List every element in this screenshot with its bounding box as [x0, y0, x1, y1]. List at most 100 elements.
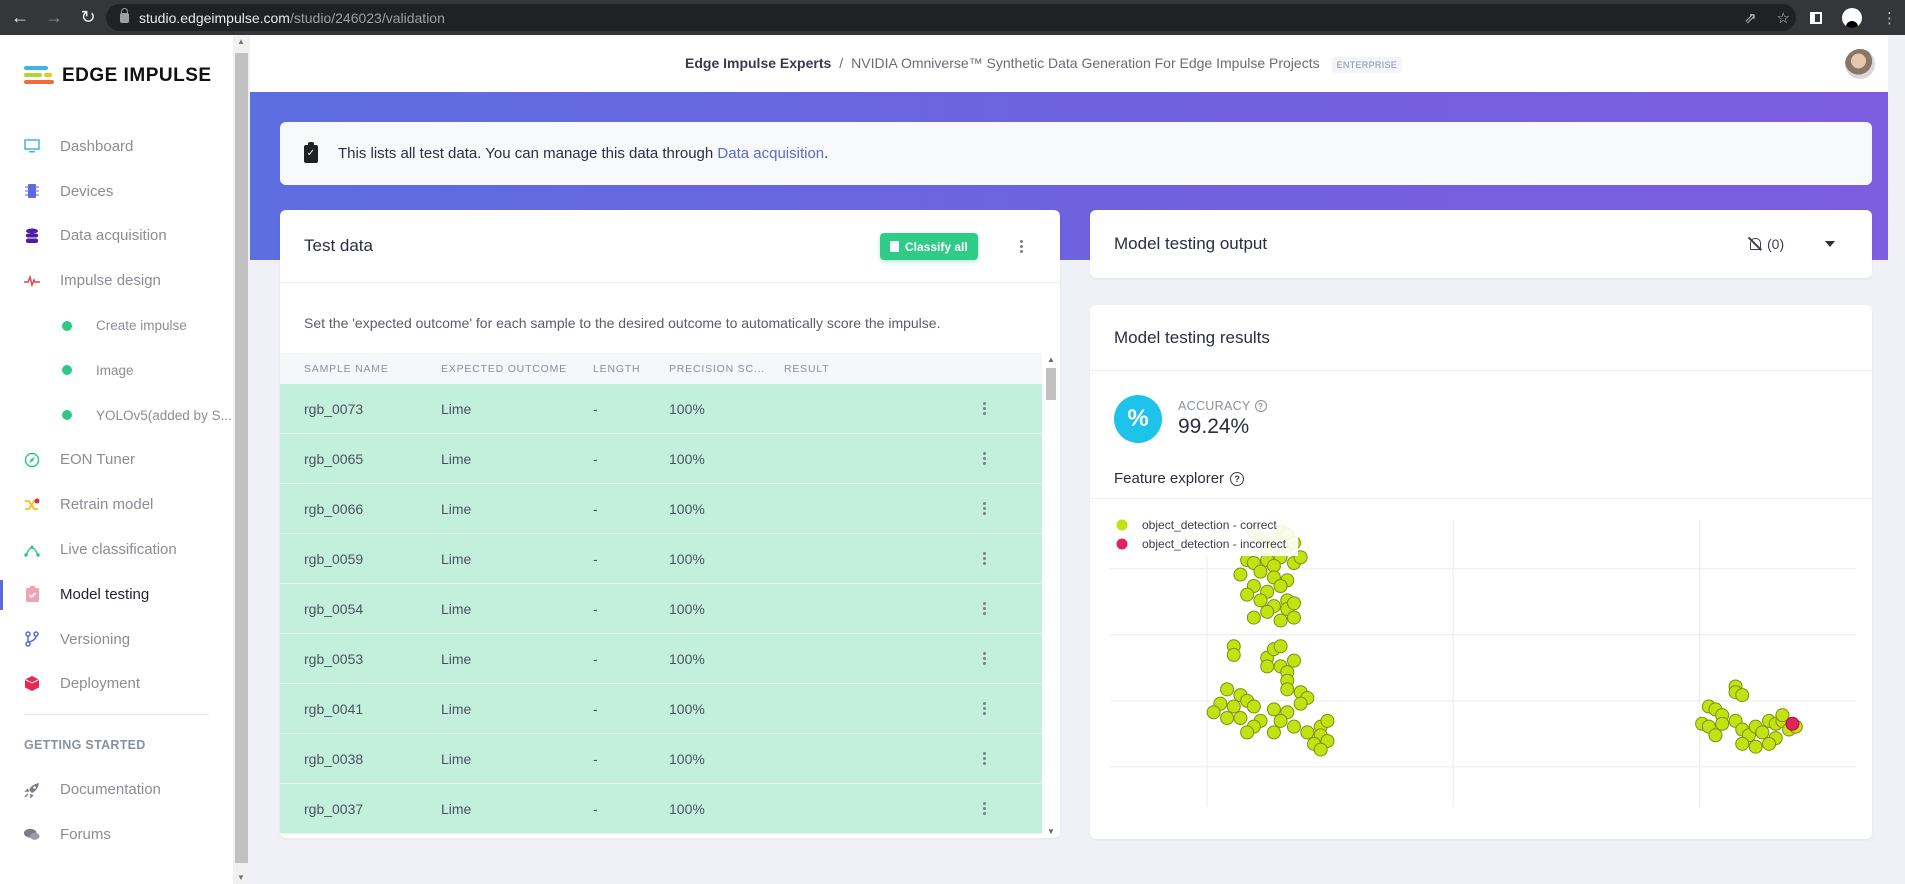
scatter-point-correct[interactable] — [1715, 716, 1730, 731]
sidebar-item-image[interactable]: Image — [0, 348, 233, 393]
column-header-expected-outcome[interactable]: EXPECTED OUTCOME — [441, 363, 593, 375]
scatter-point-correct[interactable] — [1233, 711, 1248, 726]
address-bar[interactable]: studio.edgeimpulse.com /studio/246023/va… — [106, 4, 1796, 31]
legend-marker-incorrect[interactable] — [1116, 538, 1128, 550]
scatter-point-correct[interactable] — [1280, 682, 1295, 697]
scatter-point-correct[interactable] — [1220, 711, 1235, 726]
scatter-point-correct[interactable] — [1253, 593, 1268, 608]
classify-all-button[interactable]: Classify all — [880, 233, 978, 260]
scatter-point-correct[interactable] — [1286, 653, 1301, 668]
notifications-toggle[interactable]: (0) — [1748, 236, 1784, 252]
forward-button[interactable]: → — [40, 4, 68, 32]
table-row[interactable]: rgb_0066 Lime - 100% — [280, 484, 1042, 534]
scatter-point-correct[interactable] — [1286, 719, 1301, 734]
scatter-point-correct[interactable] — [1266, 725, 1281, 740]
help-icon[interactable]: ? — [1254, 400, 1267, 412]
row-menu-icon[interactable] — [979, 652, 989, 665]
sidebar-scrollbar[interactable]: ▲ ▼ — [233, 35, 250, 884]
sidebar-item-dashboard[interactable]: Dashboard — [0, 124, 233, 169]
scatter-point-correct[interactable] — [1260, 604, 1275, 619]
sidebar-item-retrain-model[interactable]: Retrain model — [0, 482, 233, 527]
legend-label-incorrect[interactable]: object_detection - incorrect — [1142, 537, 1287, 551]
scatter-point-incorrect[interactable] — [1785, 716, 1800, 731]
column-header-result[interactable]: RESULT — [784, 363, 954, 375]
user-avatar[interactable] — [1845, 49, 1875, 79]
scatter-point-correct[interactable] — [1755, 725, 1770, 740]
table-row[interactable]: rgb_0073 Lime - 100% — [280, 384, 1042, 434]
scatter-point-correct[interactable] — [1273, 713, 1288, 728]
table-row[interactable]: rgb_0037 Lime - 100% — [280, 784, 1042, 834]
help-icon[interactable]: ? — [1230, 471, 1245, 486]
column-header-length[interactable]: LENGTH — [593, 363, 669, 375]
scatter-point-correct[interactable] — [1320, 713, 1335, 728]
scatter-point-correct[interactable] — [1240, 587, 1255, 602]
scroll-down-arrow-icon[interactable]: ▼ — [237, 873, 245, 882]
sidebar-item-data-acquisition[interactable]: Data acquisition — [0, 214, 233, 259]
scatter-point-correct[interactable] — [1226, 699, 1241, 714]
sidebar-item-devices[interactable]: Devices — [0, 169, 233, 214]
row-menu-icon[interactable] — [979, 802, 989, 815]
scatter-point-correct[interactable] — [1240, 725, 1255, 740]
bookmark-star-icon[interactable]: ☆ — [1777, 9, 1790, 27]
table-row[interactable]: rgb_0053 Lime - 100% — [280, 634, 1042, 684]
sidebar-item-deployment[interactable]: Deployment — [0, 662, 233, 707]
browser-menu-icon[interactable]: ⋮ — [1882, 9, 1897, 27]
back-button[interactable]: ← — [6, 4, 34, 32]
scatter-point-correct[interactable] — [1735, 688, 1750, 703]
legend-marker-correct[interactable] — [1116, 519, 1128, 531]
scatter-point-correct[interactable] — [1286, 596, 1301, 611]
expand-caret-icon[interactable] — [1825, 241, 1835, 247]
sidebar-item-documentation[interactable]: Documentation — [0, 767, 233, 812]
table-row[interactable]: rgb_0038 Lime - 100% — [280, 734, 1042, 784]
sidebar-item-model-testing[interactable]: Model testing — [0, 572, 233, 617]
sidebar-item-versioning[interactable]: Versioning — [0, 617, 233, 662]
row-menu-icon[interactable] — [979, 752, 989, 765]
scroll-up-arrow-icon[interactable]: ▲ — [1047, 355, 1055, 364]
sidebar-item-eon-tuner[interactable]: EON Tuner — [0, 438, 233, 483]
row-menu-icon[interactable] — [979, 502, 989, 515]
breadcrumb-project[interactable]: NVIDIA Omniverse™ Synthetic Data Generat… — [851, 55, 1319, 71]
sidebar-item-yolov5[interactable]: YOLOv5(added by S... — [0, 393, 233, 438]
sidebar-item-live-classification[interactable]: Live classification — [0, 527, 233, 572]
scatter-point-correct[interactable] — [1735, 736, 1750, 751]
scatter-point-correct[interactable] — [1748, 739, 1763, 754]
scatter-point-correct[interactable] — [1300, 725, 1315, 740]
side-panel-icon[interactable] — [1810, 11, 1822, 24]
table-row[interactable]: rgb_0041 Lime - 100% — [280, 684, 1042, 734]
sidebar-item-forums[interactable]: Forums — [0, 812, 233, 857]
share-icon[interactable]: ⇗ — [1744, 9, 1757, 27]
scatter-point-correct[interactable] — [1266, 702, 1281, 717]
scatter-point-correct[interactable] — [1220, 682, 1235, 697]
table-row[interactable]: rgb_0065 Lime - 100% — [280, 434, 1042, 484]
column-header-sample-name[interactable]: SAMPLE NAME — [280, 363, 441, 375]
breadcrumb-org[interactable]: Edge Impulse Experts — [685, 55, 831, 71]
table-row[interactable]: rgb_0059 Lime - 100% — [280, 534, 1042, 584]
scatter-point-correct[interactable] — [1260, 659, 1275, 674]
data-acquisition-link[interactable]: Data acquisition — [717, 145, 824, 162]
more-options-icon[interactable] — [1016, 240, 1026, 253]
scatter-point-correct[interactable] — [1246, 610, 1261, 625]
row-menu-icon[interactable] — [979, 452, 989, 465]
table-row[interactable]: rgb_0054 Lime - 100% — [280, 584, 1042, 634]
logo[interactable]: EDGE IMPULSE — [24, 65, 212, 87]
scatter-point-correct[interactable] — [1273, 613, 1288, 628]
scatter-point-correct[interactable] — [1708, 728, 1723, 743]
scroll-up-arrow-icon[interactable]: ▲ — [237, 37, 245, 46]
column-header-precision-score[interactable]: PRECISION SC... — [669, 363, 784, 375]
scatter-point-correct[interactable] — [1286, 610, 1301, 625]
row-menu-icon[interactable] — [979, 602, 989, 615]
scatter-point-correct[interactable] — [1762, 736, 1777, 751]
scatter-point-correct[interactable] — [1226, 647, 1241, 662]
scatter-point-correct[interactable] — [1246, 699, 1261, 714]
row-menu-icon[interactable] — [979, 402, 989, 415]
scrollbar-thumb[interactable] — [1046, 368, 1056, 400]
scroll-down-arrow-icon[interactable]: ▼ — [1047, 827, 1055, 836]
scatter-point-correct[interactable] — [1273, 639, 1288, 654]
scatter-point-correct[interactable] — [1206, 705, 1221, 720]
sidebar-item-create-impulse[interactable]: Create impulse — [0, 303, 233, 348]
scatter-point-correct[interactable] — [1273, 579, 1288, 594]
scatter-point-correct[interactable] — [1313, 742, 1328, 757]
reload-button[interactable]: ↻ — [74, 4, 102, 32]
scatter-point-correct[interactable] — [1233, 567, 1248, 582]
sidebar-item-impulse-design[interactable]: Impulse design — [0, 258, 233, 303]
